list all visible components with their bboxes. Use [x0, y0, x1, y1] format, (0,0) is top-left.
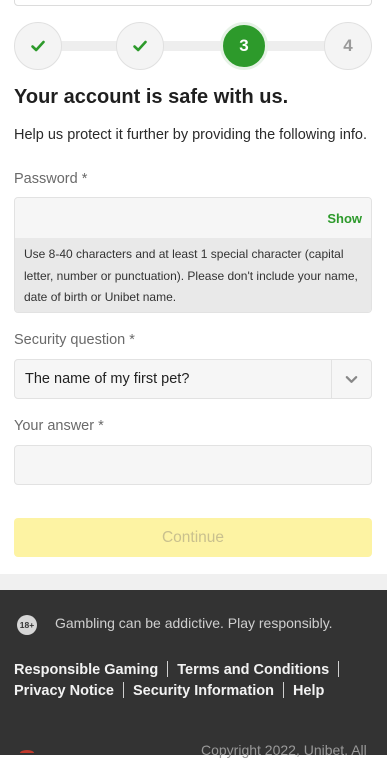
step-number: 4 — [343, 36, 353, 55]
step-2-completed — [116, 22, 164, 70]
security-question-label: Security question * — [14, 332, 135, 348]
progress-stepper: 3 4 — [14, 22, 372, 70]
age-restriction-icon: 18+ — [17, 615, 37, 635]
divider — [122, 682, 124, 698]
footer: 18+ Gambling can be addictive. Play resp… — [0, 590, 387, 758]
page-subtitle: Help us protect it further by providing … — [14, 127, 368, 143]
security-question-select[interactable]: The name of my first pet? — [14, 359, 372, 399]
page-title: Your account is safe with us. — [14, 86, 289, 108]
password-field-group: Show Use 8-40 characters and at least 1 … — [14, 197, 372, 313]
footer-link-security[interactable]: Security Information — [133, 683, 274, 699]
footer-links: Responsible Gaming Terms and Conditions Pr… — [14, 660, 374, 702]
chevron-down-icon — [345, 375, 358, 383]
step-4-upcoming: 4 — [324, 22, 372, 70]
footer-link-privacy[interactable]: Privacy Notice — [14, 683, 114, 699]
dropdown-toggle[interactable] — [331, 360, 371, 398]
footer-link-help[interactable]: Help — [293, 683, 324, 699]
step-3-current: 3 — [220, 22, 268, 70]
show-password-button[interactable]: Show — [327, 211, 362, 226]
section-divider — [0, 574, 387, 590]
answer-label: Your answer * — [14, 418, 104, 434]
copyright-text: Copyright 2022, Unibet. All — [201, 742, 367, 758]
check-icon — [31, 40, 45, 52]
stepper-track — [38, 41, 348, 51]
previous-field-edge — [14, 0, 372, 6]
divider — [282, 682, 284, 698]
footer-link-terms[interactable]: Terms and Conditions — [177, 662, 329, 678]
divider — [167, 661, 169, 677]
responsible-gambling-text: Gambling can be addictive. Play responsi… — [55, 615, 333, 631]
password-input[interactable] — [15, 198, 371, 238]
step-number: 3 — [239, 36, 249, 55]
brand-logo-icon — [20, 750, 34, 756]
password-label: Password * — [14, 171, 88, 187]
divider — [338, 661, 340, 677]
step-1-completed — [14, 22, 62, 70]
check-icon — [133, 40, 147, 52]
footer-link-responsible-gaming[interactable]: Responsible Gaming — [14, 662, 158, 678]
continue-button[interactable]: Continue — [14, 518, 372, 557]
answer-input[interactable] — [14, 445, 372, 485]
password-hint: Use 8-40 characters and at least 1 speci… — [15, 238, 371, 312]
security-question-value: The name of my first pet? — [25, 371, 190, 387]
